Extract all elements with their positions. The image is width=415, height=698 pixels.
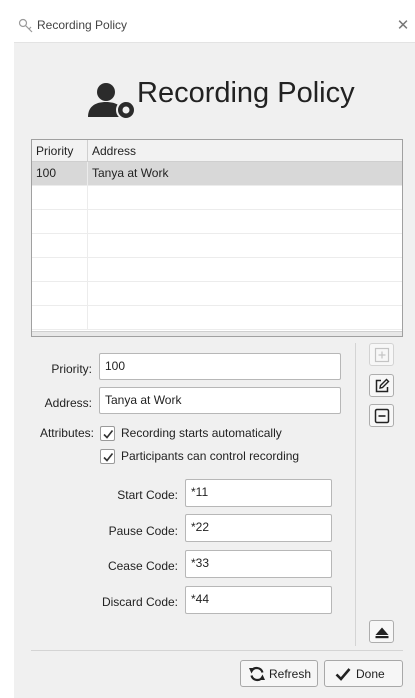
vertical-divider: [355, 343, 356, 646]
attributes-label: Attributes:: [39, 426, 94, 440]
discard-code-field[interactable]: *44: [185, 586, 332, 614]
address-label: Address:: [44, 396, 92, 410]
remove-button[interactable]: [369, 404, 394, 427]
participant-control-label: Participants can control recording: [121, 449, 300, 463]
table-body: 100 Tanya at Work: [32, 162, 402, 330]
cell-priority: 100: [32, 162, 88, 186]
column-header-priority[interactable]: Priority: [32, 140, 88, 162]
edit-icon: [375, 378, 390, 393]
close-button[interactable]: ✕: [391, 14, 415, 38]
start-code-field[interactable]: *11: [185, 479, 332, 507]
cell-priority: [32, 282, 88, 306]
footer-divider: [31, 650, 403, 651]
auto-start-checkbox[interactable]: [100, 426, 115, 441]
cell-address: [88, 258, 402, 282]
column-header-address[interactable]: Address: [88, 140, 402, 162]
page-title: Recording Policy: [137, 77, 355, 109]
pause-code-field[interactable]: *22: [185, 514, 332, 542]
policy-form: Priority: 100 Address: Tanya at Work Att…: [14, 343, 354, 643]
table-row[interactable]: [32, 306, 402, 330]
table-row[interactable]: [32, 258, 402, 282]
eraser-icon: [375, 627, 389, 639]
table-row[interactable]: [32, 210, 402, 234]
clear-button[interactable]: [369, 620, 394, 643]
participant-control-checkbox[interactable]: [100, 449, 115, 464]
recording-policy-window: Recording Policy ✕ Recording Policy Prio…: [0, 0, 415, 698]
table-row[interactable]: 100 Tanya at Work: [32, 162, 402, 186]
cell-address: [88, 234, 402, 258]
table-row[interactable]: [32, 282, 402, 306]
cell-priority: [32, 234, 88, 258]
dialog-content: Recording Policy Priority Address 100 Ta…: [14, 43, 415, 698]
address-field[interactable]: Tanya at Work: [99, 387, 341, 414]
plus-box-icon: [374, 347, 390, 363]
cell-address: Tanya at Work: [92, 166, 169, 180]
edit-button[interactable]: [369, 374, 394, 397]
start-code-label: Start Code:: [117, 488, 178, 502]
priority-label: Priority:: [51, 362, 92, 376]
cell-priority: [32, 306, 88, 330]
window-title: Recording Policy: [37, 18, 128, 32]
done-label: Done: [356, 667, 385, 681]
priority-field[interactable]: 100: [99, 353, 341, 380]
participant-control-checkbox-row[interactable]: Participants can control recording: [100, 448, 350, 466]
user-recording-icon: [86, 81, 136, 121]
cell-priority: [32, 210, 88, 234]
refresh-icon: [249, 666, 265, 682]
cell-priority: [32, 258, 88, 282]
table-row[interactable]: [32, 234, 402, 258]
table-row[interactable]: [32, 186, 402, 210]
discard-code-label: Discard Code:: [101, 595, 178, 609]
cell-address: [88, 186, 402, 210]
check-icon: [103, 430, 114, 439]
refresh-label: Refresh: [269, 667, 312, 681]
cell-address: [88, 210, 402, 234]
checkmark-icon: [335, 668, 351, 681]
cease-code-label: Cease Code:: [107, 559, 178, 573]
add-button[interactable]: [369, 343, 394, 366]
page-header: Recording Policy: [14, 77, 415, 127]
minus-box-icon: [374, 408, 390, 424]
done-button[interactable]: Done: [324, 660, 403, 687]
auto-start-checkbox-row[interactable]: Recording starts automatically: [100, 425, 350, 443]
cease-code-field[interactable]: *33: [185, 550, 332, 578]
policy-table[interactable]: Priority Address 100 Tanya at Work: [31, 139, 403, 337]
cell-address: [88, 306, 402, 330]
pause-code-label: Pause Code:: [108, 524, 178, 538]
cell-address: [88, 282, 402, 306]
title-bar: Recording Policy ✕: [14, 10, 415, 43]
table-header: Priority Address: [32, 140, 402, 162]
refresh-button[interactable]: Refresh: [240, 660, 318, 687]
cell-priority: [32, 186, 88, 210]
auto-start-label: Recording starts automatically: [121, 426, 282, 440]
horizontal-scrollbar[interactable]: [32, 331, 402, 336]
key-icon: [18, 18, 34, 34]
check-icon: [103, 453, 114, 462]
